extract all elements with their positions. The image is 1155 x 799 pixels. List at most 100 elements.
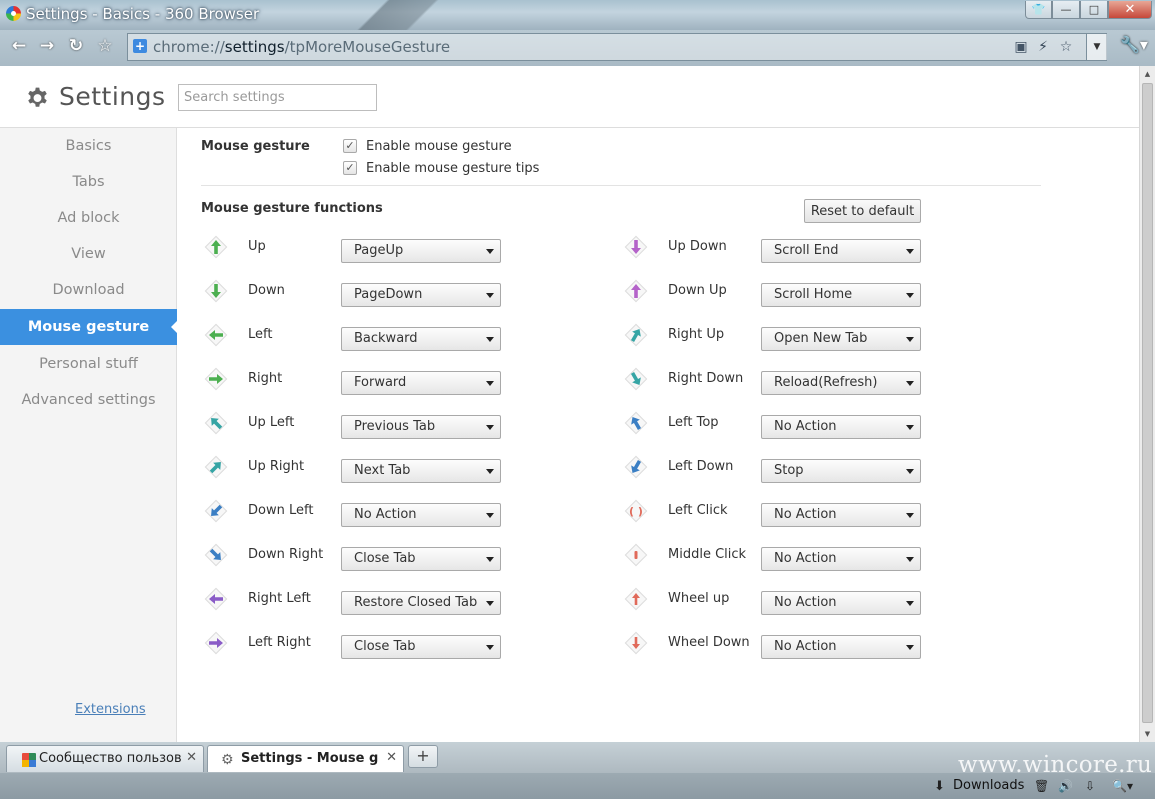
gesture-action-select[interactable]: Scroll End [761, 239, 921, 263]
arrow-down-icon [204, 279, 228, 303]
volume-icon[interactable]: 🔊 [1058, 779, 1073, 793]
arrow-down-left-icon [204, 499, 228, 523]
gesture-name: Middle Click [668, 547, 747, 562]
enable-gesture-checkbox[interactable]: ✓ [343, 139, 357, 153]
gesture-name: Left Down [668, 459, 734, 474]
tab-community[interactable]: Сообщество пользоват ✕ [6, 745, 204, 772]
sidebar-item-personal-stuff[interactable]: Personal stuff [0, 346, 177, 382]
gesture-action-select[interactable]: Open New Tab [761, 327, 921, 351]
vertical-scrollbar[interactable]: ▲ ▼ [1139, 66, 1155, 742]
arrow-left-right-icon [204, 631, 228, 655]
sidebar-item-view[interactable]: View [0, 236, 177, 272]
gesture-name: Left [248, 327, 273, 342]
reload-button[interactable]: ↻ [65, 35, 87, 57]
sidebar-item-basics[interactable]: Basics [0, 128, 177, 164]
back-button[interactable]: ← [8, 35, 30, 57]
site-info-icon[interactable]: + [133, 39, 147, 53]
gesture-name: Left Top [668, 415, 719, 430]
gesture-action-select[interactable]: Restore Closed Tab [341, 591, 501, 615]
arrow-up-left-icon [204, 411, 228, 435]
gesture-functions-heading: Mouse gesture functions [201, 201, 383, 216]
gesture-action-select[interactable]: No Action [761, 591, 921, 615]
arrow-left-down-icon [624, 455, 648, 479]
url-text[interactable]: chrome://settings/tpMoreMouseGesture [153, 38, 450, 56]
forward-button[interactable]: → [36, 35, 58, 57]
sidebar-item-tabs[interactable]: Tabs [0, 164, 177, 200]
arrow-right-up-icon [624, 323, 648, 347]
page-title: Settings [59, 82, 166, 111]
gesture-action-select[interactable]: No Action [761, 635, 921, 659]
scroll-up-arrow[interactable]: ▲ [1140, 66, 1155, 82]
gesture-action-select[interactable]: Close Tab [341, 547, 501, 571]
address-bar[interactable]: + chrome://settings/tpMoreMouseGesture ▣… [127, 33, 1107, 61]
gesture-action-select[interactable]: Reload(Refresh) [761, 371, 921, 395]
enable-tips-checkbox[interactable]: ✓ [343, 161, 357, 175]
gesture-name: Wheel up [668, 591, 730, 606]
scroll-down-arrow[interactable]: ▼ [1140, 726, 1155, 742]
url-scheme: chrome:// [153, 38, 225, 56]
lightning-icon[interactable]: ⚡ [1034, 38, 1052, 56]
favorite-star-icon[interactable]: ☆ [1057, 38, 1075, 56]
gesture-action-select[interactable]: Next Tab [341, 459, 501, 483]
enable-gesture-row[interactable]: ✓ Enable mouse gesture [343, 137, 512, 155]
close-tab-icon[interactable]: ✕ [186, 750, 197, 765]
gesture-action-select[interactable]: Scroll Home [761, 283, 921, 307]
tab-settings[interactable]: ⚙ Settings - Mouse gestu ✕ [207, 745, 404, 772]
arrow-right-icon [204, 367, 228, 391]
gesture-name: Up [248, 239, 266, 254]
bookmark-star-button[interactable]: ☆ [94, 35, 116, 57]
windows-logo-icon [22, 753, 36, 767]
search-settings-input[interactable] [178, 84, 377, 111]
extensions-link[interactable]: Extensions [75, 702, 146, 717]
trash-icon[interactable]: 🗑 [1034, 779, 1049, 793]
mouse-gesture-panel: Mouse gesture ✓ Enable mouse gesture ✓ E… [177, 128, 1139, 742]
enable-tips-label: Enable mouse gesture tips [366, 160, 540, 176]
arrow-up-down-icon [624, 235, 648, 259]
address-dropdown-button[interactable]: ▼ [1086, 34, 1107, 60]
zoom-icon[interactable]: 🔍▾ [1112, 779, 1133, 793]
downloads-button[interactable]: Downloads [953, 778, 1024, 793]
sidebar-item-download[interactable]: Download [0, 272, 177, 308]
arrow-up-right-icon [204, 455, 228, 479]
download-icon[interactable]: ⬇ [934, 779, 945, 794]
gesture-name: Down Up [668, 283, 727, 298]
reset-to-default-button[interactable]: Reset to default [804, 199, 921, 223]
gesture-action-select[interactable]: Close Tab [341, 635, 501, 659]
enable-tips-row[interactable]: ✓ Enable mouse gesture tips [343, 159, 539, 177]
maximize-button[interactable]: □ [1080, 1, 1108, 19]
download-manager-icon[interactable]: ⇩ [1085, 779, 1095, 793]
mouse-middle-click-icon [624, 543, 648, 567]
gesture-action-select[interactable]: No Action [761, 547, 921, 571]
close-tab-icon[interactable]: ✕ [386, 750, 397, 765]
gesture-name: Down [248, 283, 285, 298]
gesture-action-select[interactable]: Forward [341, 371, 501, 395]
wheel-down-icon [624, 631, 648, 655]
gesture-action-select[interactable]: No Action [341, 503, 501, 527]
sidebar-item-advanced-settings[interactable]: Advanced settings [0, 382, 177, 418]
enable-gesture-label: Enable mouse gesture [366, 138, 512, 154]
wrench-menu-button[interactable]: 🔧▾ [1120, 35, 1148, 57]
close-window-button[interactable]: ✕ [1108, 1, 1152, 19]
gesture-action-select[interactable]: Previous Tab [341, 415, 501, 439]
watermark: www.wincore.ru [958, 752, 1153, 778]
gesture-action-select[interactable]: PageDown [341, 283, 501, 307]
scroll-thumb[interactable] [1142, 83, 1153, 723]
gesture-action-select[interactable]: No Action [761, 503, 921, 527]
skin-button[interactable]: 👕 [1025, 1, 1052, 19]
gesture-name: Right Down [668, 371, 744, 386]
settings-page: Settings Basics Tabs Ad block View Downl… [0, 66, 1139, 742]
gesture-name: Right [248, 371, 283, 386]
sidebar-item-ad-block[interactable]: Ad block [0, 200, 177, 236]
gesture-name: Up Down [668, 239, 727, 254]
screen-capture-icon[interactable]: ▣ [1012, 38, 1030, 56]
navigation-toolbar: ← → ↻ ☆ + chrome://settings/tpMoreMouseG… [0, 30, 1155, 66]
gesture-action-select[interactable]: Stop [761, 459, 921, 483]
gesture-action-select[interactable]: PageUp [341, 239, 501, 263]
new-tab-button[interactable]: + [408, 745, 438, 768]
gesture-name: Left Click [668, 503, 728, 518]
sidebar-item-mouse-gesture[interactable]: Mouse gesture [0, 309, 178, 345]
minimize-button[interactable]: — [1052, 1, 1080, 19]
gesture-name: Left Right [248, 635, 311, 650]
gesture-action-select[interactable]: No Action [761, 415, 921, 439]
gesture-action-select[interactable]: Backward [341, 327, 501, 351]
